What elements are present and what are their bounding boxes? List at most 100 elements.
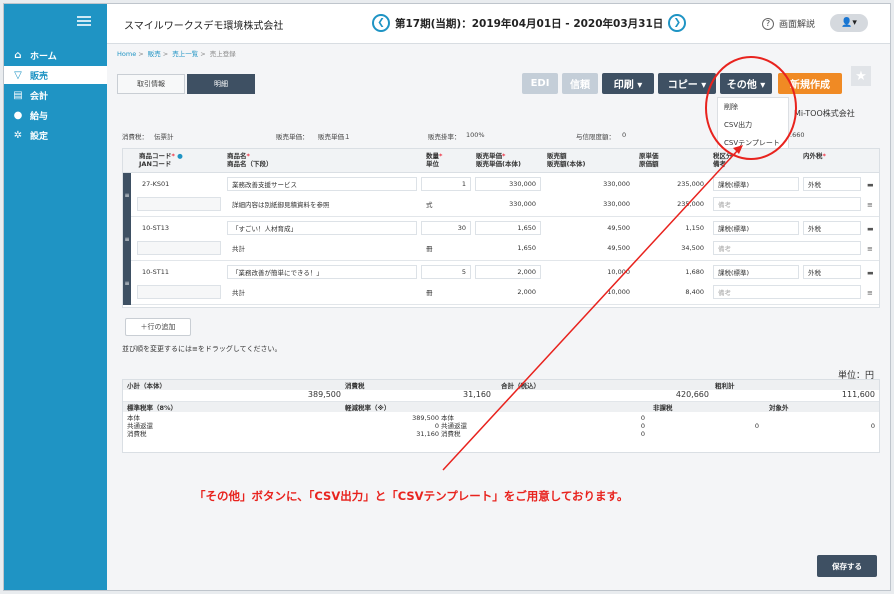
quantity[interactable]: 30 [421,221,471,235]
inout-tax[interactable]: 外税 [803,265,861,279]
product-name[interactable]: 「業務改善が簡単にできる！」 [227,265,417,279]
drag-lines-icon[interactable]: ≡ [867,245,873,253]
note-field[interactable]: 備考 [713,241,861,255]
app-window: ⌂ ホーム ▽ 販売 ▤ 会計 ● 給与 ✲ 設定 スマイルワークスデモ環境株式… [3,3,891,591]
sidebar-item-sales[interactable]: ▽ 販売 [4,66,107,84]
breadcrumb-sales[interactable]: 販売 [148,50,161,58]
sidebar-item-home[interactable]: ⌂ ホーム [4,46,107,64]
exempt-label: 対象外 [769,404,789,412]
next-period-icon[interactable]: ❯ [668,14,687,32]
drag-handle-icon[interactable]: ≡ [123,217,131,261]
favorite-star-icon[interactable]: ★ [851,66,871,86]
unit-price[interactable]: 330,000 [475,177,541,191]
jan-code[interactable] [137,285,221,299]
standard-rate-lines: 本体 共通返還 消費税 [127,414,153,438]
sidebar-item-label: 販売 [30,71,49,82]
col-qty: 数量* 単位 [426,152,443,168]
breadcrumb-home[interactable]: Home [117,50,136,58]
breadcrumb-sales-list[interactable]: 売上一覧 [172,50,198,58]
tax-value: 31,160 [463,390,491,399]
new-create-button[interactable]: 新規作成 [778,73,842,94]
tax-mode-label: 消費税： [122,133,148,141]
sidebar-item-label: 会計 [30,91,49,102]
inout-tax[interactable]: 外税 [803,177,861,191]
product-name[interactable]: 業務改善支援サービス [227,177,417,191]
jan-code[interactable] [137,197,221,211]
col-tax: 税区分* 備考 [713,152,736,168]
product-name[interactable]: 「すごい！人材育成」 [227,221,417,235]
row-menu-icon[interactable]: ▬ [867,181,874,189]
quantity[interactable]: 5 [421,265,471,279]
note-field[interactable]: 備考 [713,197,861,211]
amount: 10,000 [545,265,635,279]
unit[interactable]: 式 [421,197,471,211]
tax-breakdown-header: 標準税率（8%） 軽減税率（※） 非課税 対象外 [123,402,879,412]
drag-handle-icon[interactable]: ≡ [123,173,131,217]
sidebar-item-payroll[interactable]: ● 給与 [4,106,107,124]
tab-detail[interactable]: 明細 [187,74,255,94]
tab-transaction-info[interactable]: 取引情報 [117,74,185,94]
col-cost: 原単価 原価額 [639,152,659,168]
note-field[interactable]: 備考 [713,285,861,299]
product-code[interactable]: 10-ST11 [137,265,221,279]
credit-value: 0 [622,131,627,139]
unit[interactable]: 冊 [421,241,471,255]
cost-price[interactable]: 1,680 [637,265,709,279]
help-link[interactable]: ? 画面解説 [762,17,815,30]
unit-price[interactable]: 2,000 [475,265,541,279]
save-button[interactable]: 保存する [817,555,877,577]
reduced-rate-values: 000 [640,414,645,438]
sidebar-item-accounting[interactable]: ▤ 会計 [4,86,107,104]
cost-price[interactable]: 1,150 [637,221,709,235]
exempt-value: 0 [870,422,875,430]
other-button[interactable]: その他 ▾ [720,73,772,94]
col-code: 商品コード* ● JANコード [139,152,183,168]
drag-lines-icon[interactable]: ≡ [867,201,873,209]
tax-category[interactable]: 課税(標準) [713,221,799,235]
total-label: 合計（税込） [501,382,540,390]
user-menu-button[interactable]: 👤▾ [830,14,868,32]
product-sub-name[interactable]: 詳細内容は別紙御見積資料を参照 [227,197,417,211]
cart-icon: ▽ [14,69,22,81]
row-menu-icon[interactable]: ▬ [867,269,874,277]
product-code[interactable]: 10-ST13 [137,221,221,235]
drag-instruction: 並び順を変更するには≡をドラッグしてください。 [122,345,282,353]
drag-lines-icon[interactable]: ≡ [867,289,873,297]
sidebar-item-settings[interactable]: ✲ 設定 [4,126,107,144]
unit-price-label: 販売単価： [276,133,309,141]
col-amount: 販売額 販売額(本体) [547,152,586,168]
tax-category[interactable]: 課税(標準) [713,265,799,279]
amount: 330,000 [545,177,635,191]
copy-button[interactable]: コピー ▾ [658,73,716,94]
product-sub-name[interactable]: 共計 [227,241,417,255]
hamburger-menu-icon[interactable] [77,16,91,26]
menu-item-delete[interactable]: 削除 [718,98,788,116]
row-menu-icon[interactable]: ▬ [867,225,874,233]
jan-code[interactable] [137,241,221,255]
sign-button[interactable]: 信頼 [562,73,598,94]
other-dropdown-menu: 削除 CSV出力 CSVテンプレート [717,97,789,153]
nontax-value: 0 [754,422,759,430]
add-row-button[interactable]: ＋行の追加 [125,318,191,336]
unit[interactable]: 冊 [421,285,471,299]
print-button[interactable]: 印刷 ▾ [602,73,654,94]
tax-label: 消費税 [345,382,365,390]
partner-name: Mi-TOO株式会社 [794,109,855,118]
reduced-rate-lines: 本体 共通返還 消費税 [441,414,467,438]
product-code[interactable]: 27-KS01 [137,177,221,191]
edi-button[interactable]: EDI [522,73,558,94]
product-sub-name[interactable]: 共計 [227,285,417,299]
tax-category[interactable]: 課税(標準) [713,177,799,191]
col-unit-price: 販売単価* 販売単価(本体) [476,152,521,168]
cost-price[interactable]: 235,000 [637,177,709,191]
quantity[interactable]: 1 [421,177,471,191]
meta-right-value: .660 [790,131,805,139]
tax-mode-value: 伝票計 [154,133,174,141]
unit-price[interactable]: 1,650 [475,221,541,235]
gross-label: 粗利計 [715,382,735,390]
prev-period-icon[interactable]: ❮ [372,14,390,32]
reduced-rate-label: 軽減税率（※） [345,404,391,412]
user-icon: 👤▾ [841,18,857,28]
drag-handle-icon[interactable]: ≡ [123,261,131,305]
inout-tax[interactable]: 外税 [803,221,861,235]
